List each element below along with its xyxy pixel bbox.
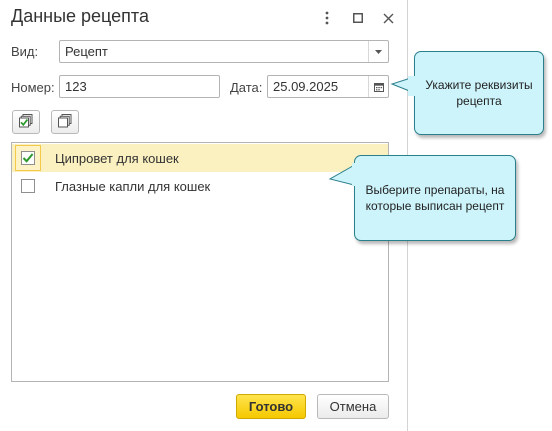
recipe-dialog: Данные рецепта Вид: Рецепт Номер: 123 Да…: [0, 0, 408, 431]
dialog-title: Данные рецепта: [11, 6, 149, 26]
tooltip-requisites: Укажите реквизиты рецепта: [414, 51, 544, 135]
kind-label: Вид:: [11, 44, 39, 59]
close-icon[interactable]: [379, 9, 397, 27]
tooltip-requisites-text: Укажите реквизиты рецепта: [425, 78, 533, 108]
uncheck-all-icon: [57, 113, 73, 132]
tooltip-preparations-text: Выберите препараты, на которые выписан р…: [365, 183, 505, 213]
cancel-button[interactable]: Отмена: [317, 394, 389, 419]
number-input[interactable]: 123: [59, 75, 220, 98]
kind-value: Рецепт: [65, 44, 108, 59]
checkbox-unchecked-icon: [21, 179, 35, 193]
calendar-icon[interactable]: [368, 76, 388, 97]
tooltip-pointer-mask: [352, 163, 360, 186]
more-vertical-icon[interactable]: [318, 9, 336, 27]
date-input[interactable]: 25.09.2025: [267, 75, 389, 98]
tooltip-preparations: Выберите препараты, на которые выписан р…: [354, 155, 516, 241]
checkbox-checked-icon: [21, 151, 35, 165]
number-value: 123: [65, 79, 87, 94]
maximize-icon[interactable]: [349, 9, 367, 27]
date-label: Дата:: [230, 80, 263, 95]
date-value: 25.09.2025: [273, 79, 339, 94]
done-button[interactable]: Готово: [236, 394, 306, 419]
list-item-label: Ципровет для кошек: [55, 151, 179, 166]
check-all-button[interactable]: [12, 110, 40, 134]
list-item-checkbox[interactable]: [15, 145, 41, 171]
uncheck-all-button[interactable]: [51, 110, 79, 134]
check-all-icon: [18, 113, 34, 132]
kind-select[interactable]: Рецепт: [59, 40, 389, 63]
number-label: Номер:: [11, 80, 55, 95]
list-item-label: Глазные капли для кошек: [55, 179, 211, 194]
tooltip-pointer-mask: [408, 76, 416, 96]
dropdown-arrow-icon[interactable]: [368, 41, 388, 62]
list-item-checkbox[interactable]: [15, 173, 41, 199]
